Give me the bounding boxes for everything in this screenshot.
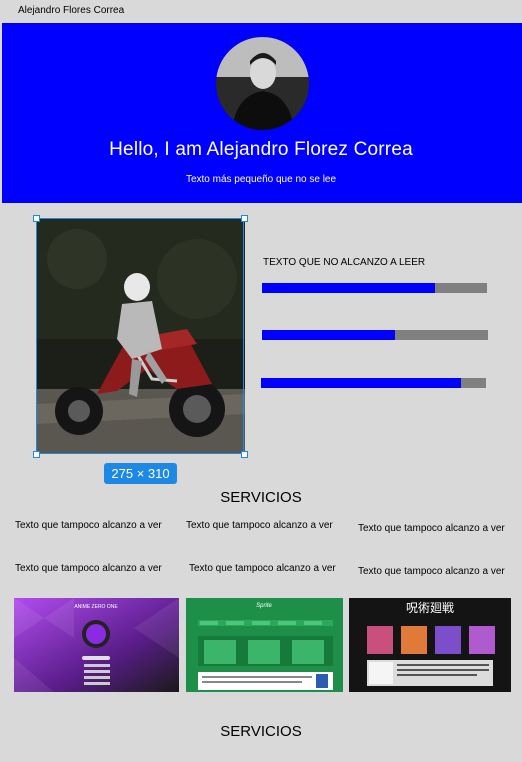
resize-handle-bottom-right[interactable] [241,451,248,458]
service-blurb: Texto que tampoco alcanzo a ver [358,566,505,577]
frame-label[interactable]: Alejandro Flores Correa [18,5,124,16]
service-blurb: Texto que tampoco alcanzo a ver [15,563,162,574]
thumb-title: ANIME ZERO ONE [74,604,118,610]
service-blurb: Texto que tampoco alcanzo a ver [15,520,162,531]
avatar [216,37,309,130]
skills-label: TEXTO QUE NO ALCANZO A LEER [263,257,426,268]
resize-handle-bottom-left[interactable] [33,451,40,458]
skill-bar-1 [262,283,487,293]
hero-subtitle: Texto más pequeño que no se lee [185,174,337,185]
skill-bar-fill [262,330,396,340]
resize-handle-top-left[interactable] [33,215,40,222]
size-badge: 275 × 310 [104,463,177,484]
thumb-title: 呪術廻戦 [406,601,454,615]
motorcycle-photo[interactable] [37,219,245,454]
skill-bar-3 [261,378,486,388]
project-thumbnail-sprite[interactable]: Sprite [186,598,343,692]
project-thumbnail-manga[interactable]: 呪術廻戦 [349,598,511,692]
service-blurb: Texto que tampoco alcanzo a ver [358,523,505,534]
services-title-2: SERVICIOS [220,723,302,740]
hero-title: Hello, I am Alejandro Florez Correa [109,139,413,160]
service-blurb: Texto que tampoco alcanzo a ver [189,563,336,574]
services-title: SERVICIOS [220,489,302,506]
skill-bar-fill [262,283,436,293]
profile-photo [216,37,309,130]
service-blurb: Texto que tampoco alcanzo a ver [186,520,333,531]
resize-handle-top-right[interactable] [241,215,248,222]
project-thumbnail-anime[interactable]: ANIME ZERO ONE [14,598,179,692]
skill-bar-fill [261,378,462,388]
thumb-title: Sprite [256,603,272,609]
skill-bar-2 [262,330,488,340]
